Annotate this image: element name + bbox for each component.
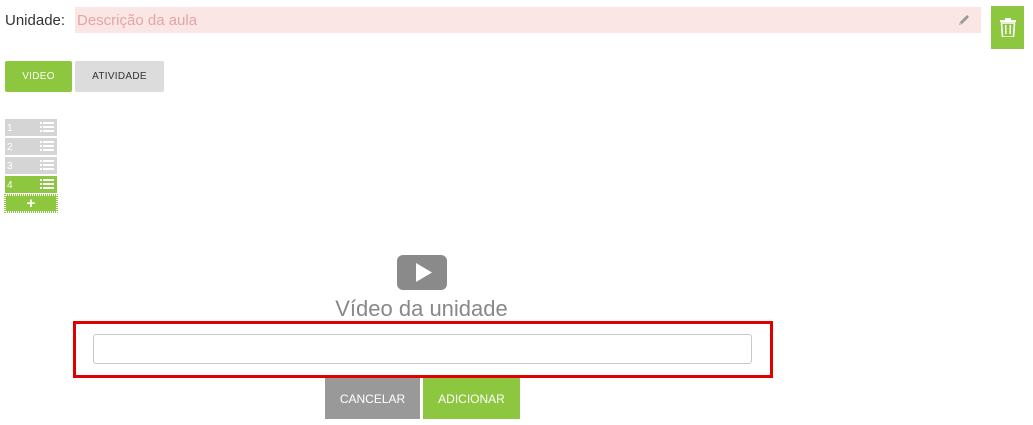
lesson-number: 1 — [7, 123, 13, 134]
tab-video[interactable]: VIDEO — [5, 61, 72, 92]
cancel-button[interactable]: CANCELAR — [325, 378, 420, 419]
list-icon — [40, 122, 54, 132]
list-icon — [40, 160, 54, 170]
tab-atividade[interactable]: ATIVIDADE — [75, 61, 164, 92]
lesson-number: 4 — [7, 180, 13, 191]
unit-label: Unidade: — [5, 12, 66, 29]
lesson-number: 2 — [7, 142, 13, 153]
lesson-item-3[interactable]: 3 — [5, 157, 57, 174]
lesson-number: 3 — [7, 161, 13, 172]
add-lesson-button[interactable]: + — [4, 194, 58, 213]
lesson-list: 1 2 3 4 + — [4, 119, 58, 213]
trash-icon — [999, 18, 1016, 37]
video-url-input[interactable] — [93, 334, 752, 364]
plus-icon: + — [26, 195, 36, 212]
list-icon — [40, 141, 54, 151]
delete-unit-button[interactable] — [991, 6, 1024, 49]
video-section-title: Vídeo da unidade — [335, 296, 508, 321]
lesson-item-2[interactable]: 2 — [5, 138, 57, 155]
pencil-icon[interactable] — [957, 13, 971, 27]
lesson-item-4[interactable]: 4 — [5, 176, 57, 193]
list-icon — [40, 179, 54, 189]
lesson-description-input[interactable] — [75, 7, 957, 33]
add-video-button[interactable]: ADICIONAR — [423, 378, 520, 419]
lesson-item-1[interactable]: 1 — [5, 119, 57, 136]
lesson-description-field — [75, 7, 981, 33]
play-icon — [397, 255, 447, 290]
